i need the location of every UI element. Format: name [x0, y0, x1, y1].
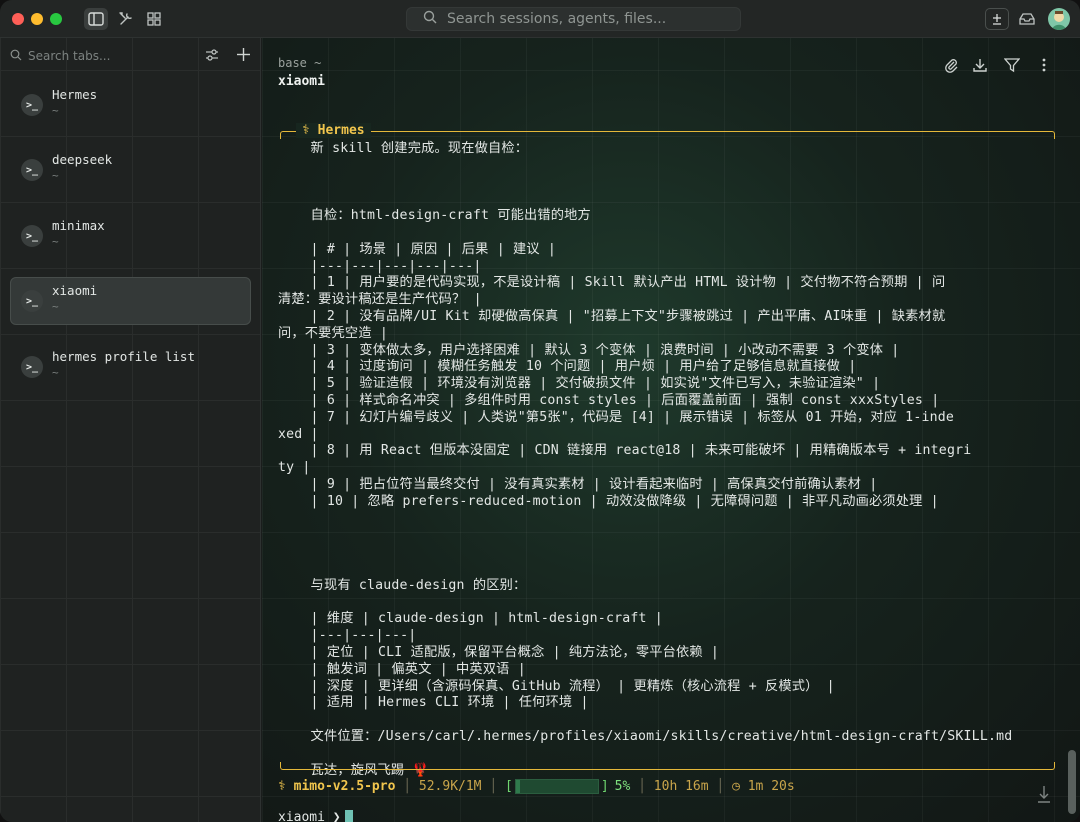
terminal-line: 与现有 claude-design 的区别：	[278, 577, 527, 593]
sidebar-item-path: ~	[52, 169, 59, 182]
terminal-line: ty |	[278, 460, 311, 476]
app-window: Search sessions, agents, files... Search…	[0, 0, 1080, 822]
input-prompt[interactable]: xiaomi ❯	[278, 810, 353, 822]
sidebar-item-label: minimax	[52, 218, 105, 233]
status-separator: │	[481, 778, 505, 794]
context-percent: 5%	[614, 778, 631, 794]
terminal-line: | 8 | 用 React 但版本没固定 | CDN 链接用 react@18 …	[278, 443, 972, 459]
terminal-line: | 定位 | CLI 适配版，保留平台概念 | 纯方法论，零平台依赖 |	[278, 645, 720, 660]
terminal-icon: >_	[21, 356, 43, 378]
terminal-line: 清楚：要设计稿还是生产代码？ |	[278, 292, 482, 308]
close-window-button[interactable]	[12, 13, 24, 25]
terminal-line: 问，不要凭空造 |	[278, 325, 388, 341]
sidebar-item-hermes[interactable]: >_ Hermes ~	[10, 81, 251, 129]
user-avatar[interactable]	[1048, 8, 1070, 30]
sidebar-item-xiaomi[interactable]: >_ xiaomi ~	[10, 277, 251, 325]
terminal-line: | 1 | 用户要的是代码实现，不是设计稿 | Skill 默认产出 HTML …	[278, 275, 946, 291]
sidebar-item-path: ~	[52, 235, 59, 248]
status-line: ⚕ mimo-v2.5-pro │ 52.9K/1M │ [] 5% │ 10h…	[278, 776, 795, 796]
status-separator: │	[395, 778, 419, 794]
terminal-icon: >_	[21, 290, 43, 312]
sidebar-item-deepseek[interactable]: >_ deepseek ~	[10, 146, 251, 194]
terminal-line: |---|---|---|---|---|	[278, 258, 482, 274]
text-cursor	[344, 810, 353, 822]
prompt-text: xiaomi ❯	[278, 810, 341, 822]
progress-bracket-right: ]	[600, 778, 609, 794]
tools-icon[interactable]	[114, 8, 138, 30]
download-icon[interactable]	[971, 56, 989, 74]
terminal-line: | 6 | 样式命名冲突 | 多组件时用 const styles | 后面覆盖…	[278, 393, 940, 408]
sidebar-item-label: hermes profile list	[52, 349, 195, 364]
model-name: ⚕ mimo-v2.5-pro	[278, 778, 396, 794]
terminal-line: 文件位置：/Users/carl/.hermes/profiles/xiaomi…	[278, 729, 1013, 744]
terminal-icon: >_	[21, 159, 43, 181]
session-elapsed: 10h 16m	[653, 778, 709, 794]
filter-icon[interactable]	[1003, 56, 1021, 74]
response-panel-label: ⚕ Hermes	[296, 123, 371, 138]
grid-icon[interactable]	[142, 8, 166, 30]
breadcrumb: base ~	[278, 56, 322, 70]
sidebar-item-label: xiaomi	[52, 283, 98, 298]
terminal-pane[interactable]: base ~ xiaomi ⚕ Hermes 新 skill 创建完成。现在做自…	[262, 38, 1080, 822]
terminal-icon: >_	[21, 94, 43, 116]
inbox-icon[interactable]	[1015, 8, 1039, 30]
terminal-line: | 触发词 | 偏英文 | 中英双语 |	[278, 661, 526, 677]
global-search-placeholder: Search sessions, agents, files...	[447, 11, 667, 27]
terminal-line: 新 skill 创建完成。现在做自检：	[278, 141, 529, 156]
tab-search-placeholder: Search tabs...	[28, 49, 111, 63]
minimize-window-button[interactable]	[31, 13, 43, 25]
terminal-line: | 7 | 幻灯片编号歧义 | 人类说"第5张"，代码是 [4] | 展示错误 …	[278, 409, 955, 425]
sidebar-item-hermes-profile-list[interactable]: >_ hermes profile list ~	[10, 343, 251, 391]
terminal-line: | 维度 | claude-design | html-design-craft…	[278, 611, 663, 627]
status-separator: │	[630, 778, 654, 794]
terminal-line: | 10 | 忽略 prefers-reduced-motion | 动效没做降…	[278, 493, 939, 509]
filter-sliders-icon[interactable]	[205, 48, 219, 64]
status-separator: │	[708, 778, 733, 794]
terminal-line: | 9 | 把占位符当最终交付 | 没有真实素材 | 设计看起来临时 | 高保真…	[278, 477, 878, 492]
global-search-input[interactable]: Search sessions, agents, files...	[406, 7, 741, 31]
turn-timer: ◷ 1m 20s	[732, 778, 795, 794]
terminal-line: |---|---|---|	[278, 628, 417, 644]
terminal-line: | 适用 | Hermes CLI 环境 | 任何环境 |	[278, 695, 589, 711]
terminal-line: | 3 | 变体做太多，用户选择困难 | 默认 3 个变体 | 浪费时间 | 小…	[278, 342, 900, 358]
progress-bracket-left: [	[505, 778, 513, 794]
scrollbar-thumb[interactable]	[1068, 750, 1076, 814]
more-options-icon[interactable]	[1035, 56, 1053, 74]
session-title: xiaomi	[278, 74, 325, 89]
terminal-line: | 深度 | 更详细（含源码保真、GitHub 流程） | 更精炼（核心流程 +…	[278, 678, 835, 694]
terminal-line: | 4 | 过度询问 | 模糊任务触发 10 个问题 | 用户烦 | 用户给了足…	[278, 359, 857, 375]
terminal-line: | 2 | 没有品牌/UI Kit 却硬做高保真 | "招募上下文"步骤被跳过 …	[278, 309, 946, 324]
add-tab-icon[interactable]	[237, 48, 250, 64]
title-bar: Search sessions, agents, files...	[0, 0, 1080, 38]
token-usage: 52.9K/1M	[418, 778, 482, 794]
search-icon	[423, 10, 437, 28]
sidebar-item-label: deepseek	[52, 152, 113, 167]
sidebar-item-path: ~	[52, 366, 59, 379]
sidebar-item-path: ~	[52, 300, 59, 313]
terminal-line: | # | 场景 | 原因 | 后果 | 建议 |	[278, 241, 557, 257]
sidebar: Search tabs... >_ Hermes ~ >_ deepseek ~…	[0, 38, 261, 822]
context-progress-bar	[514, 778, 599, 794]
terminal-icon: >_	[21, 225, 43, 247]
tab-search-input[interactable]: Search tabs...	[10, 46, 250, 66]
new-terminal-icon[interactable]	[985, 8, 1009, 30]
search-icon	[10, 49, 22, 64]
response-panel-top-border	[280, 131, 1055, 139]
terminal-line: | 5 | 验证造假 | 环境没有浏览器 | 交付破损文件 | 如实说"文件已写…	[278, 376, 881, 392]
terminal-line: xed |	[278, 426, 319, 442]
scroll-to-bottom-icon[interactable]	[1036, 784, 1052, 804]
sidebar-item-minimax[interactable]: >_ minimax ~	[10, 212, 251, 260]
zoom-window-button[interactable]	[50, 13, 62, 25]
attach-icon[interactable]	[942, 56, 960, 74]
terminal-line: 自检：html-design-craft 可能出错的地方	[278, 208, 591, 224]
sidebar-item-label: Hermes	[52, 87, 98, 102]
sidebar-toggle-icon[interactable]	[84, 8, 108, 30]
sidebar-item-path: ~	[52, 104, 59, 117]
response-panel-bottom-border	[280, 762, 1055, 770]
